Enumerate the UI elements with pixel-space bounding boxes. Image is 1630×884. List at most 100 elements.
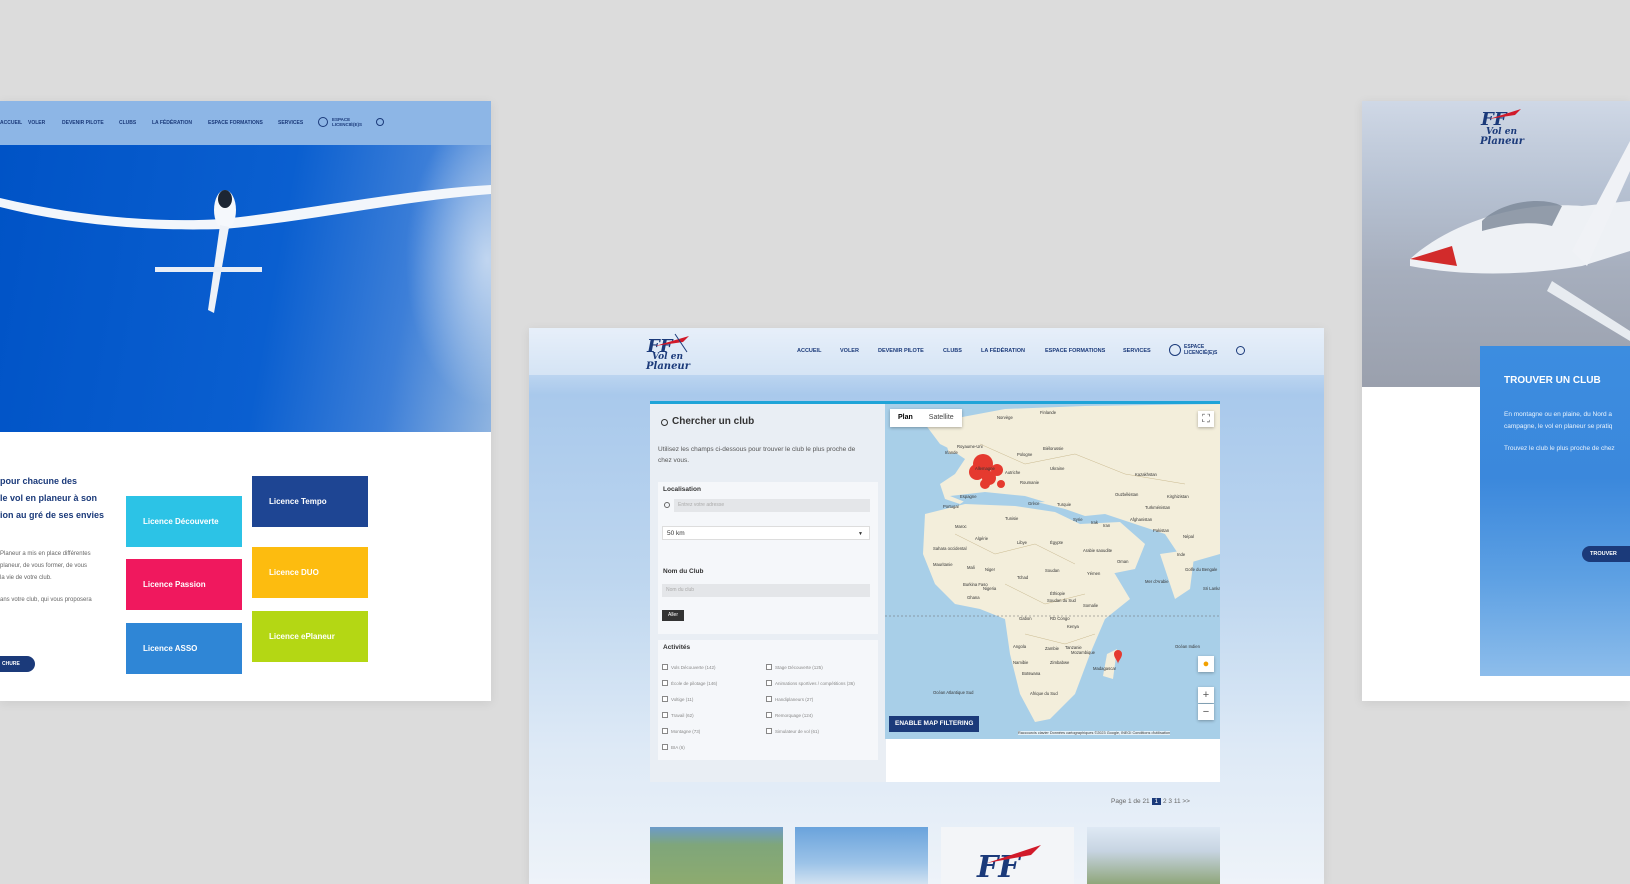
map-label: Golfe du Bengale <box>1185 567 1218 572</box>
club-thumbnail[interactable] <box>795 827 928 884</box>
search-description: Utilisez les champs ci-dessous pour trou… <box>658 446 856 464</box>
activity-checkbox[interactable]: Animations sportives / compétitions (36) <box>766 680 855 686</box>
page-link[interactable]: 2 <box>1163 798 1167 805</box>
activity-checkbox[interactable]: Stage Découverte (125) <box>766 664 823 670</box>
activity-checkbox[interactable]: Simulateur de vol (61) <box>766 728 819 734</box>
menu-espace-licencies[interactable]: ESPACE LICENCIÉ(E)S <box>1184 344 1224 356</box>
radius-select[interactable]: 50 km ▼ <box>662 526 870 540</box>
licence-eplaneur-card[interactable]: Licence ePlaneur <box>252 611 368 662</box>
nav-espace-formations[interactable]: ESPACE FORMATIONS <box>208 120 263 126</box>
map-label: Syrie <box>1073 517 1083 522</box>
activity-checkbox[interactable]: Handiplaneurs (27) <box>766 696 813 702</box>
logo-text-2: Planeur <box>1480 136 1524 147</box>
map-label: Zimbabwe <box>1050 660 1070 665</box>
licence-passion-card[interactable]: Licence Passion <box>126 559 242 610</box>
activities-block: Activités Vols Découverte (142) École de… <box>658 640 878 760</box>
map-label: Kazakhstan <box>1135 472 1157 477</box>
page-link[interactable]: 3 <box>1168 798 1172 805</box>
map-label: Mali <box>967 565 975 570</box>
club-name-input[interactable]: Nom du club <box>662 584 870 597</box>
map-label: Sri Lanka <box>1203 586 1220 591</box>
fullscreen-icon[interactable]: ⛶ <box>1198 411 1214 427</box>
localisation-label: Localisation <box>663 486 701 493</box>
nav-espace-licencies[interactable]: ESPACE LICENCIÉ(E)S <box>332 117 366 127</box>
menu-devenir-pilote[interactable]: DEVENIR PILOTE <box>878 348 924 354</box>
map-label: Mer d'Arabie <box>1145 579 1169 584</box>
find-club-section: TROUVER UN CLUB En montagne ou en plaine… <box>1480 346 1630 676</box>
intro-small-1: Planeur a mis en place différentes <box>0 551 91 557</box>
licence-tempo-card[interactable]: Licence Tempo <box>252 476 368 527</box>
nav-services[interactable]: SERVICES <box>278 120 303 126</box>
activity-checkbox[interactable]: Montagne (73) <box>662 728 700 734</box>
nav-accueil[interactable]: ACCUEIL <box>0 120 22 126</box>
club-search-card: Chercher un club Utilisez les champs ci-… <box>650 404 1220 782</box>
club-thumbnail[interactable] <box>1087 827 1220 884</box>
user-icon[interactable] <box>1169 344 1181 356</box>
map-label: Yémen <box>1087 571 1101 576</box>
glider-illustration <box>0 185 491 313</box>
map-label: Niger <box>985 567 996 572</box>
licence-asso-card[interactable]: Licence ASSO <box>126 623 242 674</box>
menu-clubs[interactable]: CLUBS <box>943 348 962 354</box>
menu-voler[interactable]: VOLER <box>840 348 859 354</box>
map-satellite-tab[interactable]: Satellite <box>921 409 962 427</box>
page-next[interactable]: >> <box>1182 798 1190 805</box>
licence-duo-card[interactable]: Licence DUO <box>252 547 368 598</box>
nav-clubs[interactable]: CLUBS <box>119 120 136 126</box>
map-label: Maroc <box>955 524 967 529</box>
map-label: Afrique du Sud <box>1030 691 1058 696</box>
menu-federation[interactable]: LA FÉDÉRATION <box>981 348 1025 354</box>
map-label: Pologne <box>1017 452 1033 457</box>
enable-map-filtering-button[interactable]: ENABLE MAP FILTERING <box>889 716 980 732</box>
nav-devenir-pilote[interactable]: DEVENIR PILOTE <box>62 120 104 126</box>
locate-icon[interactable] <box>664 502 670 508</box>
pegman-icon[interactable]: ● <box>1198 656 1214 672</box>
map-attribution: Raccourcis clavier Données cartographiqu… <box>1018 731 1171 735</box>
menu-espace-formations[interactable]: ESPACE FORMATIONS <box>1045 348 1105 354</box>
map-label: Portugal <box>943 504 959 509</box>
search-icon[interactable] <box>376 118 384 126</box>
map-label: Soudan <box>1045 568 1060 573</box>
user-icon[interactable] <box>318 117 328 127</box>
club-thumbnail[interactable] <box>650 827 783 884</box>
nav-federation[interactable]: LA FÉDÉRATION <box>152 120 192 126</box>
map-type-toggle[interactable]: Plan Satellite <box>890 409 962 427</box>
map-label: Sahara occidental <box>933 546 967 551</box>
zoom-in-button[interactable]: + <box>1198 687 1214 703</box>
map-plan-tab[interactable]: Plan <box>890 409 921 427</box>
activity-checkbox[interactable]: Voltige (11) <box>662 696 693 702</box>
menu-accueil[interactable]: ACCUEIL <box>797 348 821 354</box>
activity-checkbox[interactable]: BIA (6) <box>662 744 685 750</box>
nav-voler[interactable]: VOLER <box>28 120 45 126</box>
map-label: Turquie <box>1057 502 1072 507</box>
map-label: Nigeria <box>983 586 997 591</box>
page-current[interactable]: 1 <box>1151 798 1162 805</box>
activity-checkbox[interactable]: Remorquage (124) <box>766 712 813 718</box>
left-preview-panel: ACCUEIL VOLER DEVENIR PILOTE CLUBS LA FÉ… <box>0 101 491 701</box>
go-button[interactable]: Aller <box>662 610 684 621</box>
radius-value: 50 km <box>667 530 685 537</box>
club-thumbnail[interactable]: FF <box>941 827 1074 884</box>
map-label: Irlande <box>945 450 958 455</box>
zoom-out-button[interactable]: − <box>1198 704 1214 720</box>
licence-decouverte-card[interactable]: Licence Découverte <box>126 496 242 547</box>
activity-checkbox[interactable]: École de pilotage (146) <box>662 680 717 686</box>
map-label: Ouzbékistan <box>1115 492 1139 497</box>
map-label: Somalie <box>1083 603 1099 608</box>
brochure-button[interactable]: CHURE <box>0 656 35 672</box>
map-label: Pakistan <box>1153 528 1170 533</box>
address-input[interactable]: Entrez votre adresse <box>674 499 870 512</box>
site-header: FF Vol en Planeur ACCUEIL VOLER DEVENIR … <box>529 328 1324 375</box>
search-icon[interactable] <box>1236 346 1245 355</box>
map-label: Ukraine <box>1050 466 1065 471</box>
page-link[interactable]: 11 <box>1174 798 1181 805</box>
logo-text-2: Planeur <box>646 361 690 372</box>
map-label: Arabie saoudite <box>1083 548 1113 553</box>
activity-checkbox[interactable]: Vols Découverte (142) <box>662 664 716 670</box>
find-club-button[interactable]: TROUVER <box>1582 546 1630 562</box>
map-label: RD Congo <box>1050 616 1070 621</box>
map-label: Ghana <box>967 595 980 600</box>
menu-services[interactable]: SERVICES <box>1123 348 1151 354</box>
club-map[interactable]: Finlande Norvège Royaume-Uni Irlande Pologne… <box>885 404 1220 739</box>
activity-checkbox[interactable]: Travail (62) <box>662 712 694 718</box>
